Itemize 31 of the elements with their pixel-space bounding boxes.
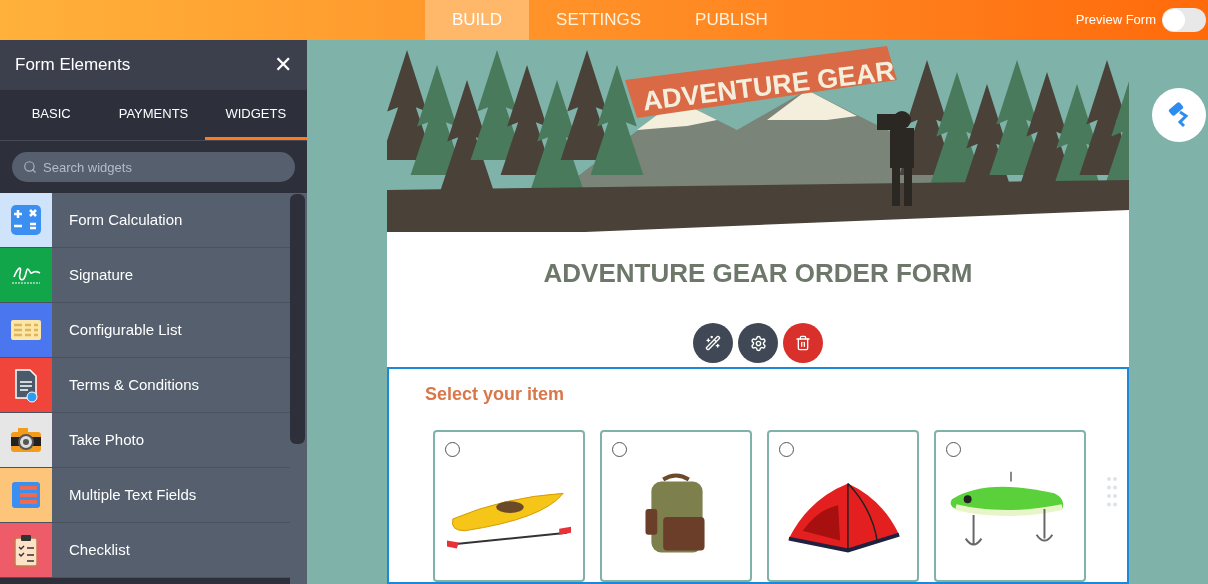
widget-item[interactable]: Multiple Text Fields [0, 468, 290, 523]
banner-title: ADVENTURE GEAR [640, 54, 898, 119]
drag-handle-icon[interactable] [1107, 476, 1117, 508]
widget-item[interactable]: Configurable List [0, 303, 290, 358]
search-icon [23, 160, 37, 174]
close-button[interactable]: ✕ [274, 54, 292, 76]
magic-wand-icon [705, 335, 721, 351]
widget-item[interactable]: Signature [0, 248, 290, 303]
settings-icon [749, 334, 767, 352]
widget-item[interactable]: Take Photo [0, 413, 290, 468]
question-label: Select your item [425, 383, 566, 406]
product-option[interactable] [600, 430, 752, 582]
category-tab[interactable]: BASIC [0, 90, 103, 140]
settings-button[interactable] [738, 323, 778, 363]
widget-item[interactable]: Terms & Conditions [0, 358, 290, 413]
category-tab[interactable]: WIDGETS [204, 90, 307, 140]
preview-toggle[interactable] [1162, 8, 1206, 32]
search-field[interactable]: Search widgets [12, 152, 295, 182]
form-title: ADVENTURE GEAR ORDER FORM [543, 257, 973, 290]
product-option[interactable] [767, 430, 919, 582]
scrollbar-thumb[interactable] [290, 194, 305, 444]
category-tab[interactable]: PAYMENTS [102, 90, 205, 140]
calculator-icon [8, 202, 44, 238]
trash-icon [795, 335, 811, 351]
preview-form-label: Preview Form [1075, 11, 1156, 30]
panel-title: Form Elements [15, 54, 131, 77]
paint-roller-button[interactable] [1152, 88, 1206, 142]
widget-item[interactable]: Form Calculation [0, 193, 290, 248]
magic-wand-button[interactable] [693, 323, 733, 363]
widget-item[interactable]: Checklist [0, 523, 290, 578]
delete-button[interactable] [783, 323, 823, 363]
